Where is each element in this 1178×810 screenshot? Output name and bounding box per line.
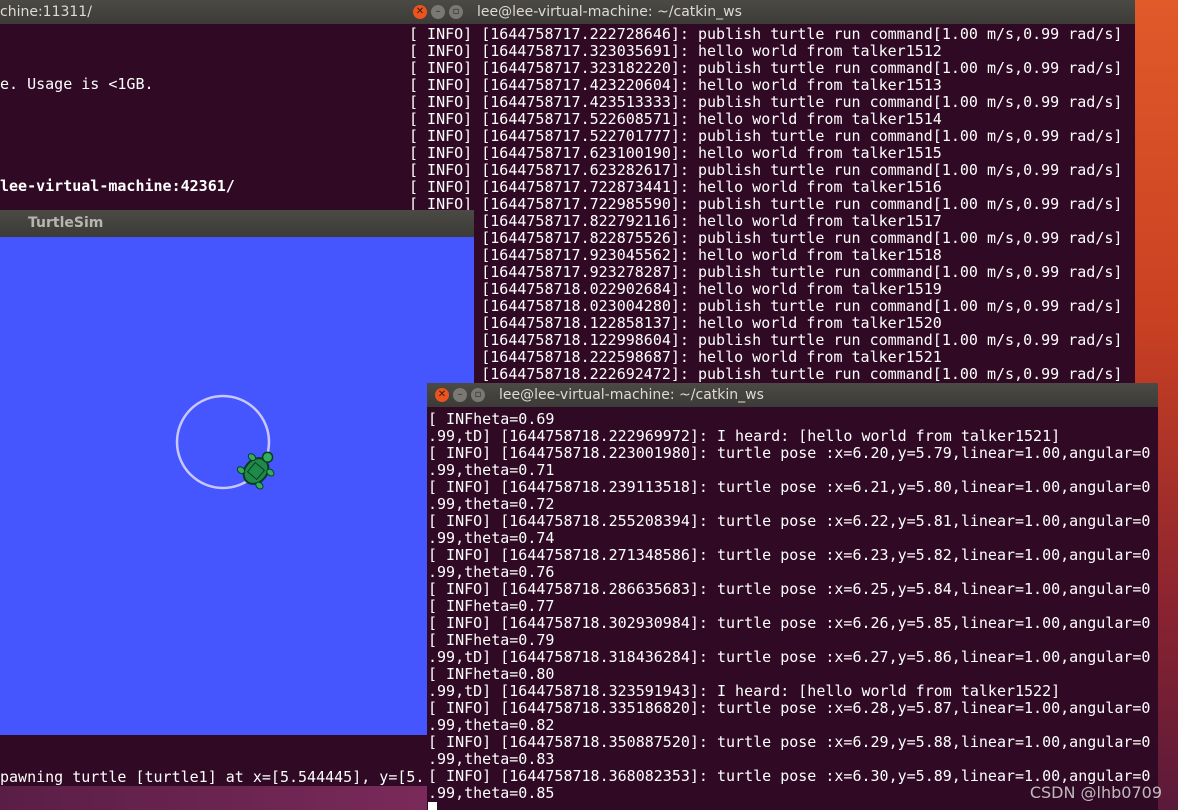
turtlesim-window[interactable]: TurtleSim xyxy=(0,210,474,735)
terminal-line: [ INFO] [1644758717.623282617]: publish … xyxy=(409,161,1123,179)
spawn-line: pawning turtle [turtle1] at x=[5.544445]… xyxy=(0,768,425,786)
turtlesim-canvas[interactable] xyxy=(0,237,474,735)
terminal-line: .99,tD] [1644758718.222969972]: I heard:… xyxy=(428,427,1061,445)
terminal-line: [ INFO] [1644758718.023004280]: publish … xyxy=(409,297,1123,315)
terminal-line: [ INFheta=0.80 xyxy=(428,665,555,683)
minimize-icon[interactable]: – xyxy=(431,5,445,19)
terminal-line: [ INFO] [1644758717.222728646]: publish … xyxy=(409,25,1123,43)
terminal-line: [ INFO] [1644758717.822792116]: hello wo… xyxy=(409,212,942,230)
listener-terminal-output[interactable]: [ INFheta=0.69.99,tD] [1644758718.222969… xyxy=(427,411,1158,802)
roscore-output-strip: pawning turtle [turtle1] at x=[5.544445]… xyxy=(0,735,430,786)
terminal-line: .99,theta=0.76 xyxy=(428,563,555,581)
listener-terminal-window[interactable]: ✕ – ▫ lee@lee-virtual-machine: ~/catkin_ws… xyxy=(427,383,1158,810)
terminal-line: [ INFO] [1644758717.423513333]: publish … xyxy=(409,93,1123,111)
turtlesim-drawing xyxy=(175,394,275,490)
terminal-line: [ INFO] [1644758717.323182220]: publish … xyxy=(409,59,1123,77)
terminal-line: .99,theta=0.83 xyxy=(428,750,555,768)
window-title: chine:11311/ xyxy=(0,4,92,20)
close-icon[interactable]: ✕ xyxy=(413,5,427,19)
roscore-terminal-window[interactable]: chine:11311/ e. Usage is <1GB. lee-virtu… xyxy=(0,0,405,215)
terminal-line: [ INFO] [1644758718.122858137]: hello wo… xyxy=(409,314,942,332)
terminal-line: [ INFO] [1644758718.286635683]: turtle p… xyxy=(428,580,1151,598)
talker-terminal-output[interactable]: [ INFO] [1644758717.222728646]: publish … xyxy=(405,26,1135,383)
terminal-line: lee-virtual-machine:42361/ xyxy=(0,177,235,195)
terminal-line: [ INFO] [1644758717.722985590]: publish … xyxy=(409,195,1123,213)
terminal-line: [ INFO] [1644758718.122998604]: publish … xyxy=(409,331,1123,349)
watermark: CSDN @lhb0709 xyxy=(1029,783,1162,802)
terminal-line: .99,theta=0.74 xyxy=(428,529,555,547)
terminal-line: .99,tD] [1644758718.318436284]: turtle p… xyxy=(428,648,1151,666)
terminal-line: [ INFheta=0.79 xyxy=(428,631,555,649)
talker-terminal-window[interactable]: ✕ – ▫ lee@lee-virtual-machine: ~/catkin_ws… xyxy=(405,0,1135,384)
terminal-line: [ INFO] [1644758718.223001980]: turtle p… xyxy=(428,444,1151,462)
terminal-line: [ INFO] [1644758718.335186820]: turtle p… xyxy=(428,699,1151,717)
talker-titlebar[interactable]: ✕ – ▫ lee@lee-virtual-machine: ~/catkin_ws xyxy=(405,0,1135,24)
terminal-line: [ INFO] [1644758718.022902684]: hello wo… xyxy=(409,280,942,298)
terminal-line: [ INFO] [1644758717.522701777]: publish … xyxy=(409,127,1123,145)
terminal-line: [ INFO] [1644758717.722873441]: hello wo… xyxy=(409,178,942,196)
terminal-line: [ INFO] [1644758718.271348586]: turtle p… xyxy=(428,546,1151,564)
terminal-line: [ INFO] [1644758718.302930984]: turtle p… xyxy=(428,614,1151,632)
terminal-cursor xyxy=(428,802,437,810)
terminal-line: [ INFO] [1644758718.350887520]: turtle p… xyxy=(428,733,1151,751)
close-icon[interactable]: ✕ xyxy=(435,388,449,402)
terminal-line: .99,theta=0.82 xyxy=(428,716,555,734)
terminal-line: [ INFO] [1644758717.923278287]: publish … xyxy=(409,263,1123,281)
terminal-line: .99,theta=0.72 xyxy=(428,495,555,513)
terminal-line: [ INFO] [1644758717.822875526]: publish … xyxy=(409,229,1123,247)
terminal-line: [ INFheta=0.69 xyxy=(428,410,555,428)
window-title: lee@lee-virtual-machine: ~/catkin_ws xyxy=(477,4,742,20)
terminal-line: [ INFO] [1644758718.239113518]: turtle p… xyxy=(428,478,1151,496)
terminal-line: [ INFO] [1644758717.323035691]: hello wo… xyxy=(409,42,942,60)
window-title: lee@lee-virtual-machine: ~/catkin_ws xyxy=(499,387,764,403)
roscore-titlebar[interactable]: chine:11311/ xyxy=(0,0,405,24)
terminal-line: [ INFO] [1644758717.623100190]: hello wo… xyxy=(409,144,942,162)
terminal-line: .99,theta=0.71 xyxy=(428,461,555,479)
maximize-icon[interactable]: ▫ xyxy=(449,5,463,19)
terminal-line: [ INFO] [1644758717.423220604]: hello wo… xyxy=(409,76,942,94)
terminal-line: [ INFO] [1644758717.923045562]: hello wo… xyxy=(409,246,942,264)
terminal-line: [ INFO] [1644758718.222598687]: hello wo… xyxy=(409,348,942,366)
terminal-line: e. Usage is <1GB. xyxy=(0,75,154,93)
window-title: TurtleSim xyxy=(28,215,104,231)
terminal-line: [ INFO] [1644758718.255208394]: turtle p… xyxy=(428,512,1151,530)
minimize-icon[interactable]: – xyxy=(453,388,467,402)
roscore-terminal-output[interactable]: e. Usage is <1GB. lee-virtual-machine:42… xyxy=(0,42,405,215)
turtlesim-titlebar[interactable]: TurtleSim xyxy=(0,210,474,237)
maximize-icon[interactable]: ▫ xyxy=(471,388,485,402)
listener-titlebar[interactable]: ✕ – ▫ lee@lee-virtual-machine: ~/catkin_ws xyxy=(427,383,1158,407)
terminal-line: .99,tD] [1644758718.323591943]: I heard:… xyxy=(428,682,1061,700)
terminal-line: [ INFheta=0.77 xyxy=(428,597,555,615)
terminal-line: [ INFO] [1644758717.522608571]: hello wo… xyxy=(409,110,942,128)
terminal-line: [ INFO] [1644758718.222692472]: publish … xyxy=(409,365,1123,383)
